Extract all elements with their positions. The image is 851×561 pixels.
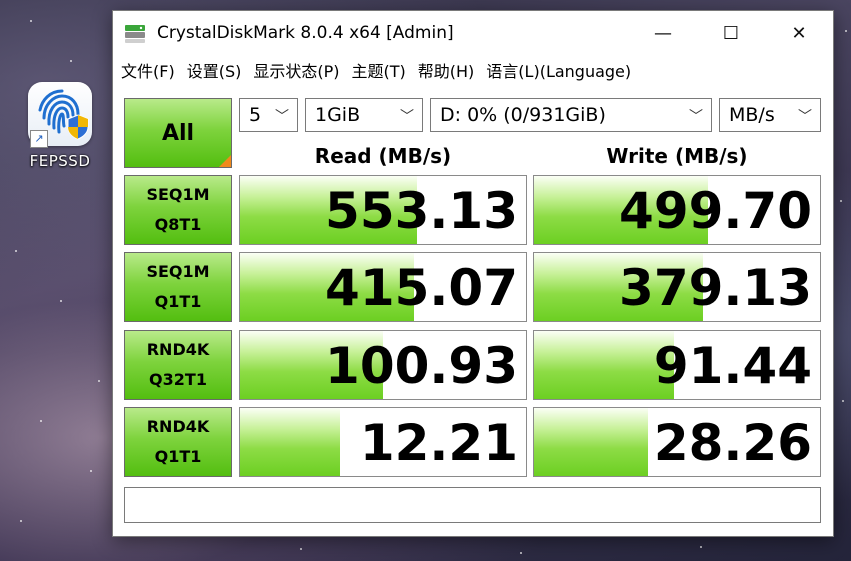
read-value: 553.13 (325, 182, 518, 240)
chevron-down-icon: ﹀ (400, 109, 414, 125)
write-result-seq1m-q1t1: 379.13 (533, 252, 821, 322)
read-column-header: Read (MB/s) (314, 144, 452, 168)
read-result-rnd4k-q1t1: 12.21 (239, 407, 527, 477)
test-params: Q1T1 (154, 447, 202, 466)
test-params: Q8T1 (154, 215, 202, 234)
chevron-down-icon: ﹀ (798, 109, 812, 125)
minimize-button[interactable]: — (629, 11, 697, 55)
write-bar-fill (534, 408, 649, 476)
write-value: 499.70 (619, 182, 812, 240)
count-value: 5 (249, 104, 262, 126)
crystaldiskmark-window: CrystalDiskMark 8.0.4 x64 [Admin] — ☐ ✕ … (112, 10, 834, 537)
read-result-rnd4k-q32t1: 100.93 (239, 330, 527, 400)
shortcut-arrow-icon: ↗ (30, 130, 48, 148)
test-seq1m-q1t1-button[interactable]: SEQ1M Q1T1 (124, 252, 232, 322)
read-bar-fill (240, 408, 341, 476)
menu-file[interactable]: 文件(F) (119, 58, 183, 82)
run-all-label: All (161, 120, 195, 146)
maximize-button[interactable]: ☐ (697, 11, 765, 55)
write-result-rnd4k-q32t1: 91.44 (533, 330, 821, 400)
test-params: Q32T1 (149, 370, 207, 389)
menu-view[interactable]: 显示状态(P) (251, 58, 347, 82)
comment-input[interactable] (124, 487, 821, 523)
read-result-seq1m-q1t1: 415.07 (239, 252, 527, 322)
chevron-down-icon: ﹀ (689, 109, 703, 125)
read-result-seq1m-q8t1: 553.13 (239, 175, 527, 245)
test-seq1m-q8t1-button[interactable]: SEQ1M Q8T1 (124, 175, 232, 245)
disk-app-icon (125, 25, 145, 43)
drive-select[interactable]: D: 0% (0/931GiB) ﹀ (430, 98, 712, 132)
run-all-button[interactable]: All (124, 98, 232, 168)
test-rnd4k-q1t1-button[interactable]: RND4K Q1T1 (124, 407, 232, 477)
uac-shield-icon (66, 114, 90, 144)
corner-indicator (219, 155, 231, 167)
chevron-down-icon: ﹀ (275, 109, 289, 125)
read-value: 415.07 (325, 259, 518, 317)
count-select[interactable]: 5 ﹀ (239, 98, 298, 132)
write-column-header: Write (MB/s) (606, 144, 748, 168)
test-params: Q1T1 (154, 292, 202, 311)
size-select[interactable]: 1GiB ﹀ (305, 98, 423, 132)
fingerprint-app-icon: ↗ (28, 82, 92, 148)
write-value: 379.13 (619, 259, 812, 317)
unit-value: MB/s (729, 104, 775, 126)
read-value: 12.21 (359, 414, 518, 472)
test-rnd4k-q32t1-button[interactable]: RND4K Q32T1 (124, 330, 232, 400)
benchmark-panel: All 5 ﹀ 1GiB ﹀ D: 0% (0/931GiB) ﹀ MB/s ﹀… (124, 96, 821, 531)
menu-theme[interactable]: 主题(T) (350, 58, 414, 82)
menu-settings[interactable]: 设置(S) (185, 58, 250, 82)
test-name: SEQ1M (146, 185, 210, 204)
test-name: RND4K (146, 417, 210, 436)
close-button[interactable]: ✕ (765, 11, 833, 55)
size-value: 1GiB (315, 104, 361, 126)
unit-select[interactable]: MB/s ﹀ (719, 98, 821, 132)
write-result-rnd4k-q1t1: 28.26 (533, 407, 821, 477)
title-bar[interactable]: CrystalDiskMark 8.0.4 x64 [Admin] — ☐ ✕ (113, 11, 833, 55)
write-result-seq1m-q8t1: 499.70 (533, 175, 821, 245)
read-value: 100.93 (325, 337, 518, 395)
menu-language[interactable]: 语言(L)(Language) (484, 58, 639, 82)
desktop-icon-label: FEPSSD (29, 152, 91, 170)
drive-value: D: 0% (0/931GiB) (440, 104, 606, 126)
window-title: CrystalDiskMark 8.0.4 x64 [Admin] (157, 23, 454, 43)
test-name: RND4K (146, 340, 210, 359)
menu-help[interactable]: 帮助(H) (416, 58, 483, 82)
test-name: SEQ1M (146, 262, 210, 281)
write-value: 28.26 (653, 414, 812, 472)
desktop-shortcut-fepssd[interactable]: ↗ FEPSSD (20, 82, 100, 170)
menu-bar: 文件(F) 设置(S) 显示状态(P) 主题(T) 帮助(H) 语言(L)(La… (113, 55, 833, 85)
write-value: 91.44 (653, 337, 812, 395)
